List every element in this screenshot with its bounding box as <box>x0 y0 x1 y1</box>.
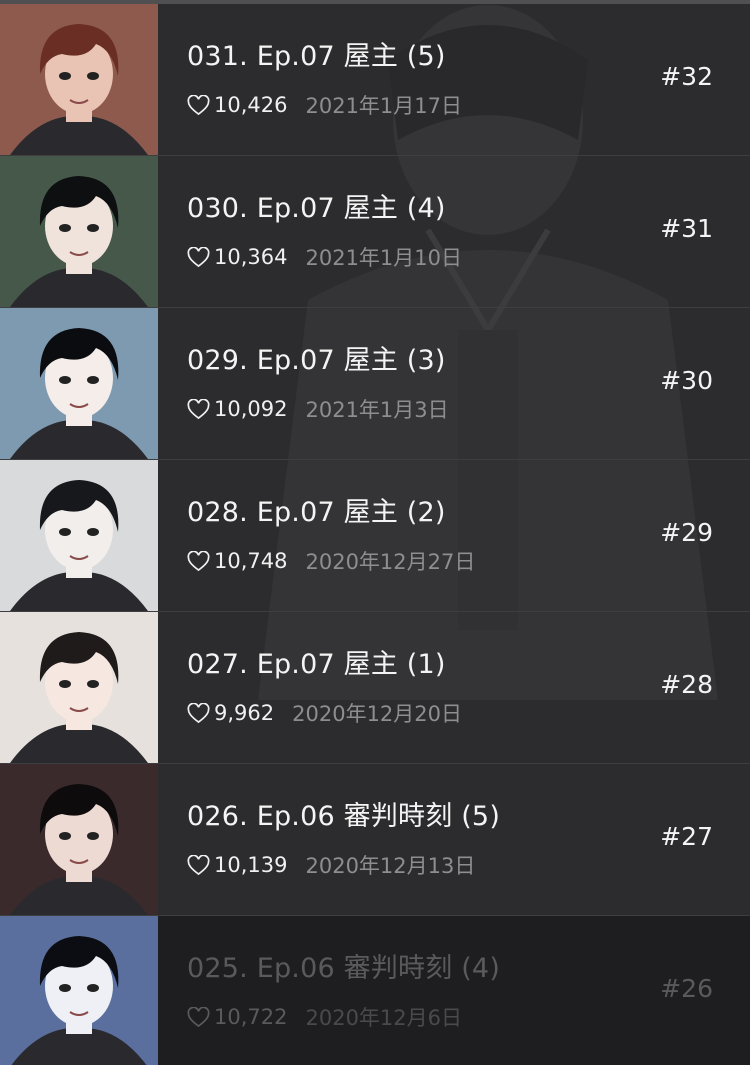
like-count: 10,426 <box>214 93 288 117</box>
heart-icon <box>187 854 210 876</box>
episode-title: 030. Ep.07 屋主 (4) <box>187 193 446 224</box>
episode-meta: 10,722 2020年12月6日 <box>187 1002 462 1032</box>
like-count: 9,962 <box>214 701 275 725</box>
episode-title: 031. Ep.07 屋主 (5) <box>187 41 446 72</box>
episode-number: #26 <box>660 974 713 1003</box>
heart-icon <box>187 94 210 116</box>
release-date: 2021年1月3日 <box>305 398 449 422</box>
episode-number: #30 <box>660 366 713 395</box>
like-count: 10,364 <box>214 245 288 269</box>
episode-row[interactable]: 031. Ep.07 屋主 (5) 10,426 2021年1月17日 #32 <box>0 4 750 156</box>
episode-meta: 10,139 2020年12月13日 <box>187 850 475 880</box>
like-count: 10,748 <box>214 549 288 573</box>
episode-thumbnail <box>0 612 158 763</box>
release-date: 2020年12月13日 <box>305 854 476 878</box>
episode-meta: 10,426 2021年1月17日 <box>187 90 462 120</box>
episode-thumbnail <box>0 764 158 915</box>
episode-title: 027. Ep.07 屋主 (1) <box>187 649 446 680</box>
episode-meta: 10,092 2021年1月3日 <box>187 394 449 424</box>
episode-number: #31 <box>660 214 713 243</box>
heart-icon <box>187 550 210 572</box>
episode-row[interactable]: 025. Ep.06 審判時刻 (4) 10,722 2020年12月6日 #2… <box>0 916 750 1065</box>
episode-number: #28 <box>660 670 713 699</box>
episode-title: 025. Ep.06 審判時刻 (4) <box>187 953 501 984</box>
heart-icon <box>187 398 210 420</box>
release-date: 2021年1月10日 <box>305 246 463 270</box>
episode-title: 029. Ep.07 屋主 (3) <box>187 345 446 376</box>
episode-row[interactable]: 026. Ep.06 審判時刻 (5) 10,139 2020年12月13日 #… <box>0 764 750 916</box>
release-date: 2020年12月6日 <box>305 1006 463 1030</box>
heart-icon <box>187 1006 210 1028</box>
episode-meta: 10,748 2020年12月27日 <box>187 546 475 576</box>
release-date: 2020年12月27日 <box>305 550 476 574</box>
like-count: 10,092 <box>214 397 288 421</box>
episode-meta: 10,364 2021年1月10日 <box>187 242 462 272</box>
like-count: 10,722 <box>214 1005 288 1029</box>
release-date: 2021年1月17日 <box>305 94 463 118</box>
episode-row[interactable]: 027. Ep.07 屋主 (1) 9,962 2020年12月20日 #28 <box>0 612 750 764</box>
episode-thumbnail <box>0 916 158 1065</box>
episode-row[interactable]: 028. Ep.07 屋主 (2) 10,748 2020年12月27日 #29 <box>0 460 750 612</box>
episode-row[interactable]: 030. Ep.07 屋主 (4) 10,364 2021年1月10日 #31 <box>0 156 750 308</box>
episode-thumbnail <box>0 460 158 611</box>
episode-thumbnail <box>0 4 158 155</box>
episode-row[interactable]: 029. Ep.07 屋主 (3) 10,092 2021年1月3日 #30 <box>0 308 750 460</box>
like-count: 10,139 <box>214 853 288 877</box>
episode-thumbnail <box>0 156 158 307</box>
episode-number: #32 <box>660 62 713 91</box>
episode-title: 026. Ep.06 審判時刻 (5) <box>187 801 501 832</box>
episode-thumbnail <box>0 308 158 459</box>
heart-icon <box>187 702 210 724</box>
episode-list: 031. Ep.07 屋主 (5) 10,426 2021年1月17日 #32 … <box>0 4 750 1065</box>
episode-title: 028. Ep.07 屋主 (2) <box>187 497 446 528</box>
release-date: 2020年12月20日 <box>292 702 463 726</box>
episode-number: #27 <box>660 822 713 851</box>
episode-meta: 9,962 2020年12月20日 <box>187 698 462 728</box>
episode-number: #29 <box>660 518 713 547</box>
heart-icon <box>187 246 210 268</box>
